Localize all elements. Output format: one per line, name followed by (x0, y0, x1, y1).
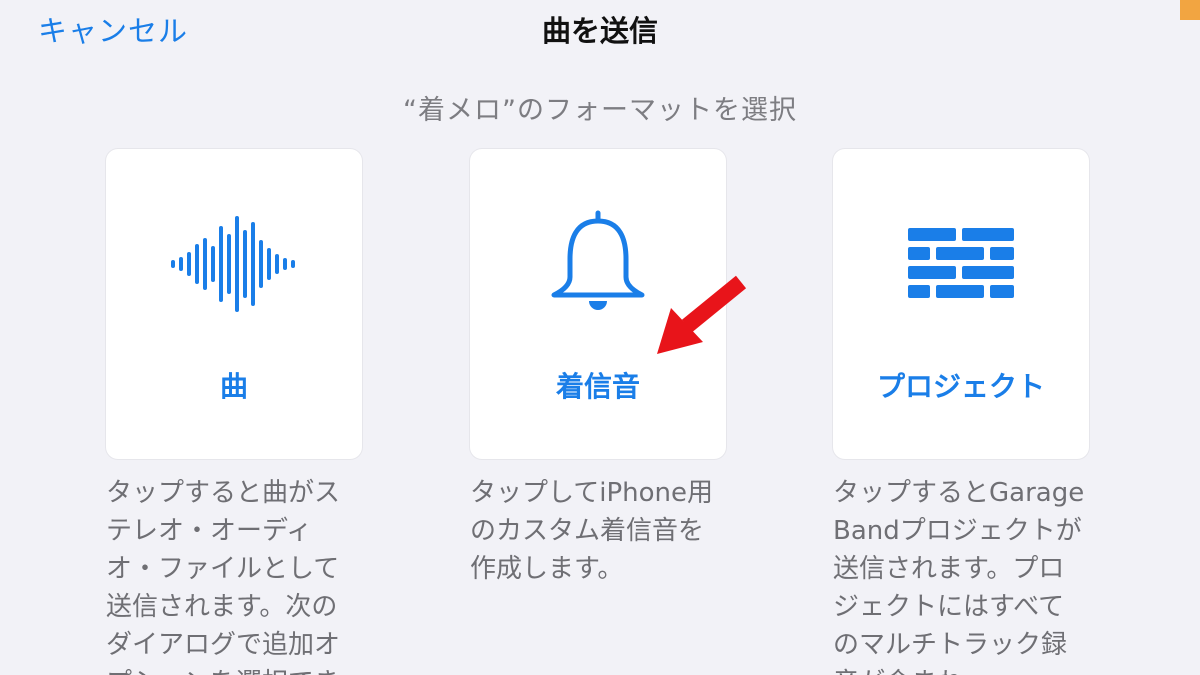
format-option-label: 曲 (219, 370, 248, 403)
format-option-label: 着信音 (555, 370, 640, 403)
page-title: 曲を送信 (541, 14, 658, 48)
format-option-description: タップしてiPhone用のカスタム着信音を作成します。 (470, 478, 713, 584)
format-option-description: タップするとGarageBandプロジェクトが送信されます。プロジェクトにはすべ… (833, 478, 1085, 675)
waveform-icon (106, 204, 362, 324)
format-option-label: プロジェクト (876, 370, 1045, 403)
format-option-song[interactable]: 曲 (106, 149, 362, 459)
format-prompt: “着メロ”のフォーマットを選択 (403, 95, 797, 126)
share-song-screen: キャンセル 曲を送信 “着メロ”のフォーマットを選択 曲 着信音 プロジェクト … (0, 0, 1200, 675)
format-option-description: タップすると曲がステレオ・オーディオ・ファイルとして送信されます。次のダイアログ… (106, 478, 341, 675)
annotation-arrow-icon (657, 275, 747, 354)
format-option-project[interactable]: プロジェクト (833, 149, 1089, 459)
brick-wall-icon (833, 204, 1089, 324)
